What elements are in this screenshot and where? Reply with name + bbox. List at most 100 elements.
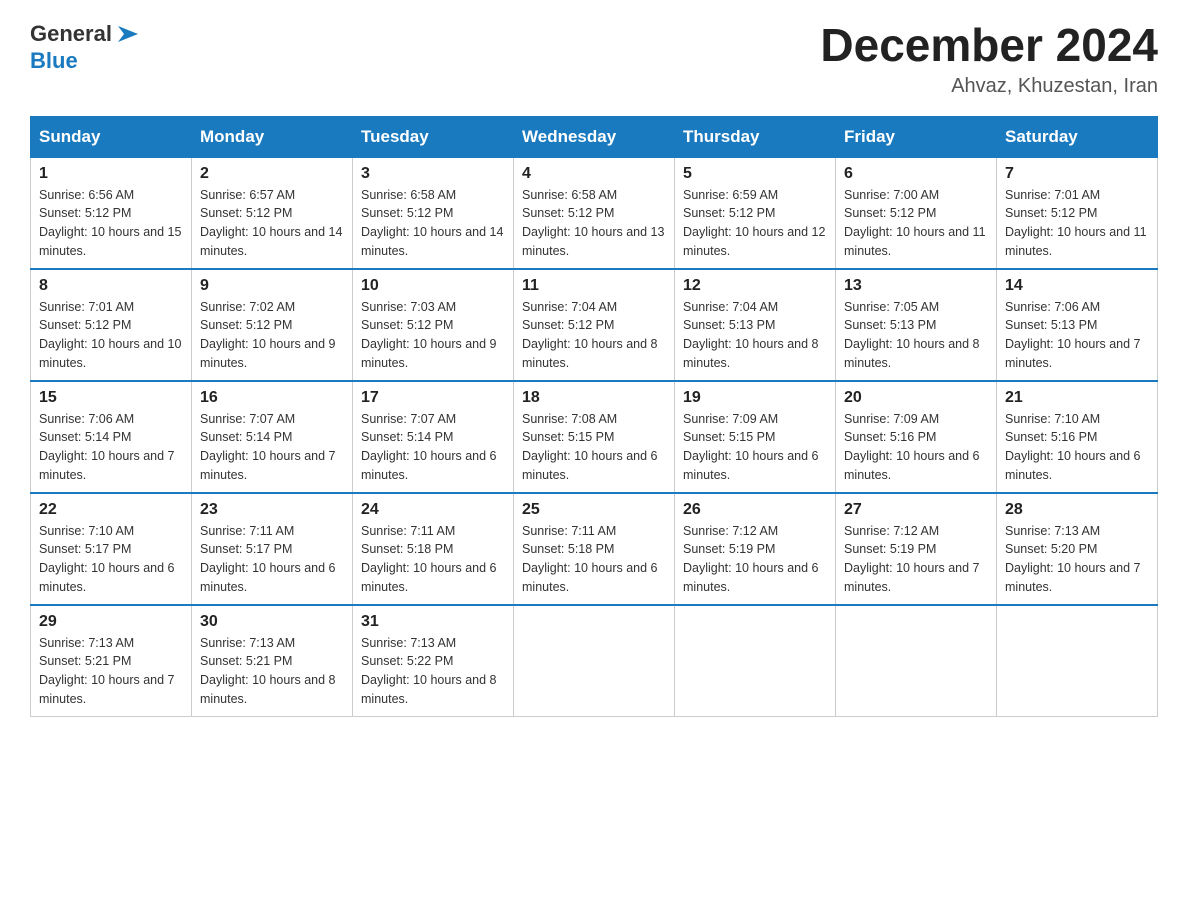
calendar-cell: 14 Sunrise: 7:06 AM Sunset: 5:13 PM Dayl… [997,269,1158,381]
calendar-cell: 24 Sunrise: 7:11 AM Sunset: 5:18 PM Dayl… [353,493,514,605]
calendar-header: SundayMondayTuesdayWednesdayThursdayFrid… [31,116,1158,157]
day-info: Sunrise: 6:59 AM Sunset: 5:12 PM Dayligh… [683,186,827,261]
calendar-table: SundayMondayTuesdayWednesdayThursdayFrid… [30,116,1158,717]
calendar-cell: 11 Sunrise: 7:04 AM Sunset: 5:12 PM Dayl… [514,269,675,381]
calendar-cell: 4 Sunrise: 6:58 AM Sunset: 5:12 PM Dayli… [514,157,675,269]
header-saturday: Saturday [997,116,1158,157]
week-row-2: 8 Sunrise: 7:01 AM Sunset: 5:12 PM Dayli… [31,269,1158,381]
day-number: 23 [200,501,344,519]
day-info: Sunrise: 7:04 AM Sunset: 5:13 PM Dayligh… [683,298,827,373]
calendar-cell: 15 Sunrise: 7:06 AM Sunset: 5:14 PM Dayl… [31,381,192,493]
week-row-1: 1 Sunrise: 6:56 AM Sunset: 5:12 PM Dayli… [31,157,1158,269]
day-info: Sunrise: 7:09 AM Sunset: 5:15 PM Dayligh… [683,410,827,485]
day-info: Sunrise: 7:08 AM Sunset: 5:15 PM Dayligh… [522,410,666,485]
calendar-cell: 16 Sunrise: 7:07 AM Sunset: 5:14 PM Dayl… [192,381,353,493]
header-wednesday: Wednesday [514,116,675,157]
day-info: Sunrise: 6:58 AM Sunset: 5:12 PM Dayligh… [361,186,505,261]
calendar-cell: 2 Sunrise: 6:57 AM Sunset: 5:12 PM Dayli… [192,157,353,269]
day-number: 27 [844,501,988,519]
day-number: 12 [683,277,827,295]
day-info: Sunrise: 6:58 AM Sunset: 5:12 PM Dayligh… [522,186,666,261]
day-number: 20 [844,389,988,407]
day-number: 8 [39,277,183,295]
calendar-cell: 31 Sunrise: 7:13 AM Sunset: 5:22 PM Dayl… [353,605,514,717]
logo-icon [114,20,142,48]
week-row-3: 15 Sunrise: 7:06 AM Sunset: 5:14 PM Dayl… [31,381,1158,493]
day-number: 13 [844,277,988,295]
day-number: 1 [39,165,183,183]
week-row-4: 22 Sunrise: 7:10 AM Sunset: 5:17 PM Dayl… [31,493,1158,605]
day-number: 11 [522,277,666,295]
header-sunday: Sunday [31,116,192,157]
calendar-cell: 19 Sunrise: 7:09 AM Sunset: 5:15 PM Dayl… [675,381,836,493]
day-info: Sunrise: 7:12 AM Sunset: 5:19 PM Dayligh… [844,522,988,597]
calendar-cell: 25 Sunrise: 7:11 AM Sunset: 5:18 PM Dayl… [514,493,675,605]
calendar-cell [514,605,675,717]
day-info: Sunrise: 7:05 AM Sunset: 5:13 PM Dayligh… [844,298,988,373]
day-info: Sunrise: 7:12 AM Sunset: 5:19 PM Dayligh… [683,522,827,597]
day-number: 4 [522,165,666,183]
day-number: 16 [200,389,344,407]
calendar-cell: 30 Sunrise: 7:13 AM Sunset: 5:21 PM Dayl… [192,605,353,717]
day-number: 5 [683,165,827,183]
day-number: 22 [39,501,183,519]
day-info: Sunrise: 7:13 AM Sunset: 5:20 PM Dayligh… [1005,522,1149,597]
day-info: Sunrise: 7:06 AM Sunset: 5:14 PM Dayligh… [39,410,183,485]
calendar-cell: 3 Sunrise: 6:58 AM Sunset: 5:12 PM Dayli… [353,157,514,269]
day-number: 9 [200,277,344,295]
day-info: Sunrise: 7:13 AM Sunset: 5:21 PM Dayligh… [39,634,183,709]
logo: General Blue [30,20,142,74]
day-info: Sunrise: 7:13 AM Sunset: 5:22 PM Dayligh… [361,634,505,709]
calendar-cell: 6 Sunrise: 7:00 AM Sunset: 5:12 PM Dayli… [836,157,997,269]
calendar-cell: 27 Sunrise: 7:12 AM Sunset: 5:19 PM Dayl… [836,493,997,605]
calendar-cell: 12 Sunrise: 7:04 AM Sunset: 5:13 PM Dayl… [675,269,836,381]
calendar-cell [836,605,997,717]
calendar-cell: 17 Sunrise: 7:07 AM Sunset: 5:14 PM Dayl… [353,381,514,493]
day-number: 2 [200,165,344,183]
header-monday: Monday [192,116,353,157]
calendar-cell: 10 Sunrise: 7:03 AM Sunset: 5:12 PM Dayl… [353,269,514,381]
day-number: 24 [361,501,505,519]
calendar-cell: 22 Sunrise: 7:10 AM Sunset: 5:17 PM Dayl… [31,493,192,605]
title-section: December 2024 Ahvaz, Khuzestan, Iran [820,20,1158,98]
day-number: 15 [39,389,183,407]
day-info: Sunrise: 7:01 AM Sunset: 5:12 PM Dayligh… [39,298,183,373]
day-number: 18 [522,389,666,407]
calendar-cell: 21 Sunrise: 7:10 AM Sunset: 5:16 PM Dayl… [997,381,1158,493]
calendar-body: 1 Sunrise: 6:56 AM Sunset: 5:12 PM Dayli… [31,157,1158,716]
day-info: Sunrise: 7:04 AM Sunset: 5:12 PM Dayligh… [522,298,666,373]
day-info: Sunrise: 7:11 AM Sunset: 5:17 PM Dayligh… [200,522,344,597]
calendar-cell: 20 Sunrise: 7:09 AM Sunset: 5:16 PM Dayl… [836,381,997,493]
calendar-cell: 5 Sunrise: 6:59 AM Sunset: 5:12 PM Dayli… [675,157,836,269]
calendar-cell: 9 Sunrise: 7:02 AM Sunset: 5:12 PM Dayli… [192,269,353,381]
day-info: Sunrise: 6:57 AM Sunset: 5:12 PM Dayligh… [200,186,344,261]
calendar-cell: 1 Sunrise: 6:56 AM Sunset: 5:12 PM Dayli… [31,157,192,269]
month-title: December 2024 [820,20,1158,71]
calendar-cell: 8 Sunrise: 7:01 AM Sunset: 5:12 PM Dayli… [31,269,192,381]
calendar-cell: 29 Sunrise: 7:13 AM Sunset: 5:21 PM Dayl… [31,605,192,717]
calendar-cell: 7 Sunrise: 7:01 AM Sunset: 5:12 PM Dayli… [997,157,1158,269]
page-header: General Blue December 2024 Ahvaz, Khuzes… [30,20,1158,98]
day-number: 3 [361,165,505,183]
day-info: Sunrise: 7:03 AM Sunset: 5:12 PM Dayligh… [361,298,505,373]
day-number: 10 [361,277,505,295]
logo-blue-text: Blue [30,48,78,73]
day-info: Sunrise: 7:00 AM Sunset: 5:12 PM Dayligh… [844,186,988,261]
calendar-cell [675,605,836,717]
day-number: 26 [683,501,827,519]
day-info: Sunrise: 6:56 AM Sunset: 5:12 PM Dayligh… [39,186,183,261]
week-row-5: 29 Sunrise: 7:13 AM Sunset: 5:21 PM Dayl… [31,605,1158,717]
calendar-cell: 13 Sunrise: 7:05 AM Sunset: 5:13 PM Dayl… [836,269,997,381]
day-info: Sunrise: 7:11 AM Sunset: 5:18 PM Dayligh… [522,522,666,597]
calendar-cell: 28 Sunrise: 7:13 AM Sunset: 5:20 PM Dayl… [997,493,1158,605]
day-number: 29 [39,613,183,631]
calendar-cell: 26 Sunrise: 7:12 AM Sunset: 5:19 PM Dayl… [675,493,836,605]
day-info: Sunrise: 7:10 AM Sunset: 5:17 PM Dayligh… [39,522,183,597]
day-number: 6 [844,165,988,183]
day-info: Sunrise: 7:13 AM Sunset: 5:21 PM Dayligh… [200,634,344,709]
header-thursday: Thursday [675,116,836,157]
day-number: 30 [200,613,344,631]
day-info: Sunrise: 7:07 AM Sunset: 5:14 PM Dayligh… [200,410,344,485]
calendar-cell: 23 Sunrise: 7:11 AM Sunset: 5:17 PM Dayl… [192,493,353,605]
calendar-cell: 18 Sunrise: 7:08 AM Sunset: 5:15 PM Dayl… [514,381,675,493]
